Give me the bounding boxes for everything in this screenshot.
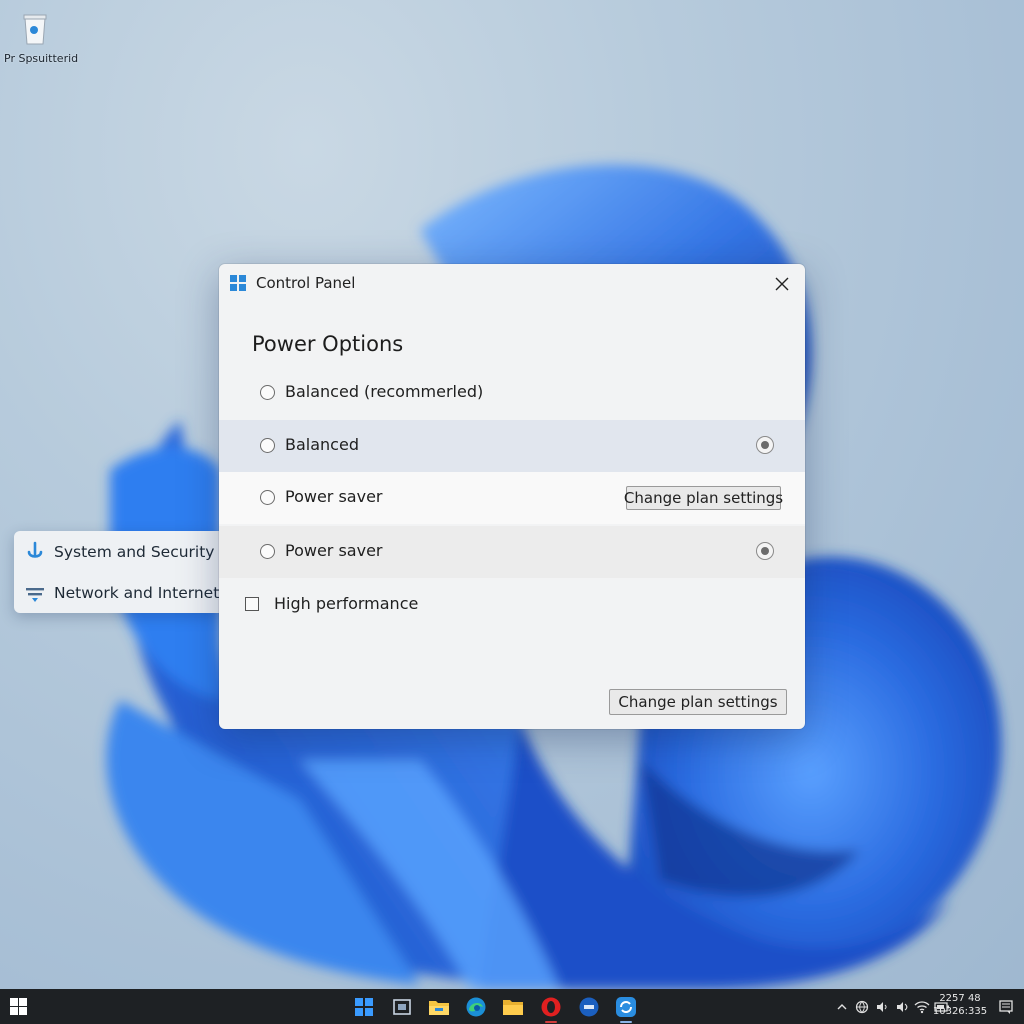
taskbar: 2257 48 10326:335 [0,989,1024,1024]
desktop-background: Pr Spsuitterid System and Security Netwo… [0,0,1024,989]
title-bar[interactable]: Control Panel [219,264,805,304]
shield-download-icon [24,541,46,563]
flyout-item-system-security[interactable]: System and Security [14,532,220,572]
plan-label: Power saver [285,487,383,506]
high-performance-checkbox[interactable] [245,597,259,611]
plan-radio[interactable] [260,490,275,505]
notification-icon[interactable] [992,993,1020,1021]
control-panel-window: Control Panel Power Options Balanced (re… [219,264,805,729]
plan-radio[interactable] [260,544,275,559]
plan-row[interactable]: Power saver [219,526,805,578]
change-plan-settings-button[interactable]: Change plan settings [624,486,783,510]
globe-icon[interactable] [854,999,870,1015]
plan-radio[interactable] [260,438,275,453]
plan-label: Balanced (recommerled) [285,382,484,401]
plan-radio[interactable] [260,385,275,400]
flyout-item-label: System and Security [54,543,215,561]
chevron-up-icon[interactable] [834,999,850,1015]
page-title: Power Options [252,332,404,356]
control-panel-flyout: System and Security Network and Internet [14,531,220,613]
speaker-icon[interactable] [874,999,890,1015]
plan-selected-indicator[interactable] [756,542,774,560]
remote-icon[interactable] [575,993,603,1021]
start-button[interactable] [10,998,27,1015]
close-icon [775,277,789,291]
opera-icon[interactable] [537,993,565,1023]
plan-label: Balanced [285,435,359,454]
sync-icon[interactable] [612,993,640,1023]
desktop-icon[interactable]: Pr Spsuitterid [4,12,79,65]
task-view-icon[interactable] [388,993,416,1021]
taskbar-clock[interactable]: 2257 48 10326:335 [928,992,992,1018]
edge-icon[interactable] [462,993,490,1021]
plan-row[interactable]: Power saver Change plan settings [219,472,805,524]
plan-label: Power saver [285,541,383,560]
clock-date: 10326:335 [932,1006,988,1017]
desktop-icon-label: Pr Spsuitterid [4,52,79,65]
start-icon[interactable] [350,993,378,1021]
file-explorer-icon[interactable] [425,993,453,1021]
flyout-item-label: Network and Internet [54,584,220,602]
folder-icon[interactable] [499,993,527,1021]
plan-selected-indicator[interactable] [756,436,774,454]
recycle-bin-icon [21,12,49,46]
flyout-item-network-internet[interactable]: Network and Internet [14,573,220,613]
windows-logo-icon [230,275,246,291]
volume-icon[interactable] [894,999,910,1015]
change-plan-settings-button[interactable]: Change plan settings [609,689,787,715]
plan-row-selected[interactable]: Balanced [219,420,805,472]
checkbox-label: High performance [274,594,419,613]
close-button[interactable] [767,270,797,298]
plan-row[interactable]: Balanced (recommerled) [219,366,805,418]
network-icon [24,582,46,604]
window-title: Control Panel [256,274,356,292]
clock-time: 2257 48 [939,993,981,1004]
